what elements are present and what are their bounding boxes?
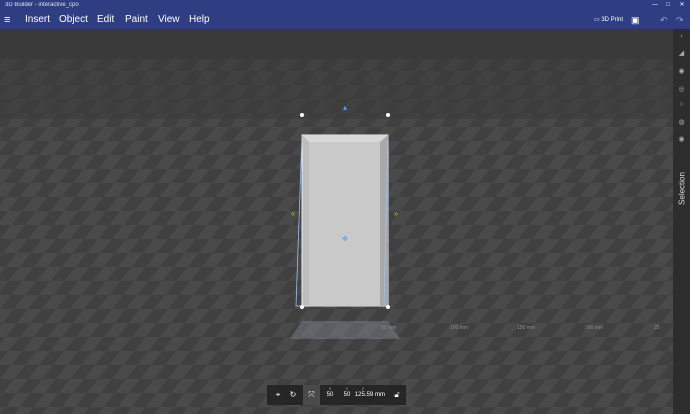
menu-paint[interactable]: Paint <box>125 14 148 26</box>
tool-icon[interactable]: ◎ <box>673 85 690 93</box>
move-up-arrow-icon[interactable]: ▴ <box>343 103 347 112</box>
right-sidebar: ‹ ◢ ◉ ◎ ○ ◍ ◉ Selection <box>673 29 690 414</box>
printer-icon: ▭ <box>594 17 600 23</box>
x-value-field[interactable]: 50 <box>322 392 338 398</box>
ruler-label: 50 mm <box>381 325 397 331</box>
scene: ▴ « » ✥ <box>0 29 673 414</box>
window-title: 3D Builder - interactive_cpo <box>5 2 79 8</box>
scale-icon[interactable]: ⤧ <box>303 385 320 405</box>
z-label: Z <box>361 386 365 391</box>
menu-insert[interactable]: Insert <box>25 14 50 26</box>
selection-icon[interactable]: ◉ <box>673 135 690 143</box>
tool-icon[interactable]: ◢ <box>673 49 690 57</box>
undo-icon[interactable]: ↶ <box>660 14 668 26</box>
title-bar: 3D Builder - interactive_cpo — □ ✕ <box>0 0 690 11</box>
tool-icon[interactable]: ◍ <box>673 118 690 126</box>
ruler-label: 100 mm <box>450 325 469 331</box>
lock-icon[interactable]: 🔓︎ <box>390 385 404 405</box>
collapse-chevron-icon[interactable]: ‹ <box>673 33 690 40</box>
menu-edit[interactable]: Edit <box>97 14 114 26</box>
minimize-button[interactable]: — <box>648 0 662 11</box>
menu-help[interactable]: Help <box>189 14 210 26</box>
ruler-label: 200 mm <box>585 325 604 331</box>
hamburger-menu-icon[interactable]: ≡ <box>4 14 10 26</box>
print-3d-button[interactable]: ▭ 3D Print <box>594 16 623 24</box>
maximize-button[interactable]: □ <box>661 0 675 11</box>
rotate-right-arrow-icon[interactable]: » <box>394 209 399 218</box>
x-label: X <box>328 386 332 391</box>
object-toolbar: ⌖ ↻ ⤧ X 50 Y 50 Z 125.59 mm 🔓︎ <box>267 385 406 405</box>
ruler-label: 25 <box>654 325 660 331</box>
rotate-icon[interactable]: ↻ <box>286 385 300 405</box>
3d-viewport[interactable]: ▴ « » ✥ 50 mm 100 mm 150 mm 200 mm 25 <box>0 29 673 414</box>
box-object[interactable] <box>295 134 389 307</box>
save-icon[interactable]: ▣ <box>631 14 640 26</box>
center-move-icon[interactable]: ✥ <box>342 235 348 243</box>
close-button[interactable]: ✕ <box>675 0 689 11</box>
unit-dropdown[interactable]: mm <box>373 392 387 398</box>
tool-icon[interactable]: ○ <box>673 101 690 108</box>
menu-bar: ≡ Insert Object Edit Paint View Help ▭ 3… <box>0 11 690 29</box>
menu-view[interactable]: View <box>158 14 180 26</box>
y-label: Y <box>345 386 349 391</box>
selection-panel-label[interactable]: Selection <box>678 169 687 209</box>
tool-icon[interactable]: ◉ <box>673 67 690 75</box>
print-3d-label: 3D Print <box>601 17 624 23</box>
pivot-icon[interactable]: ⌖ <box>271 385 285 405</box>
ruler-label: 150 mm <box>517 325 536 331</box>
z-value-field[interactable]: 125.59 <box>353 392 375 398</box>
rotate-left-arrow-icon[interactable]: « <box>291 209 296 218</box>
menu-object[interactable]: Object <box>59 14 88 26</box>
redo-icon[interactable]: ↷ <box>676 14 684 26</box>
